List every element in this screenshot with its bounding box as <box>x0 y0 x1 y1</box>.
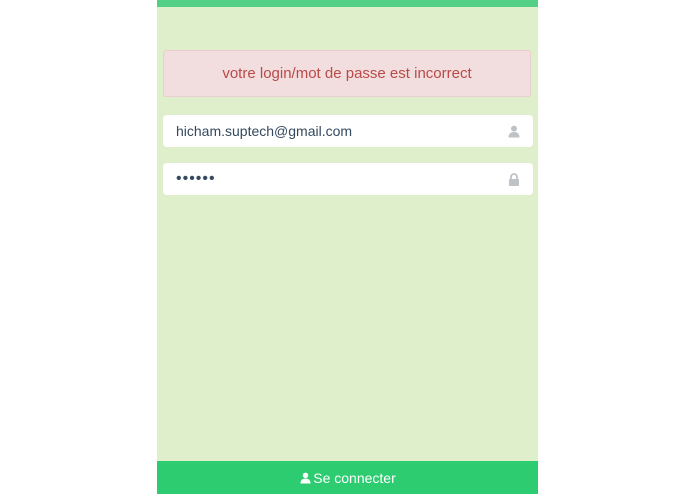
error-alert: votre login/mot de passe est incorrect <box>163 50 531 97</box>
error-message: votre login/mot de passe est incorrect <box>222 65 472 82</box>
login-panel: votre login/mot de passe est incorrect h… <box>157 0 538 494</box>
password-input[interactable] <box>163 163 507 195</box>
email-input[interactable] <box>163 115 507 147</box>
user-icon <box>507 124 521 138</box>
login-button-label: Se connecter <box>313 469 396 486</box>
password-field[interactable] <box>163 163 533 195</box>
email-field[interactable] <box>163 115 533 147</box>
user-icon <box>299 472 311 484</box>
lock-icon <box>507 172 521 186</box>
login-button[interactable]: Se connecter <box>157 461 538 494</box>
top-accent-bar <box>157 0 538 7</box>
